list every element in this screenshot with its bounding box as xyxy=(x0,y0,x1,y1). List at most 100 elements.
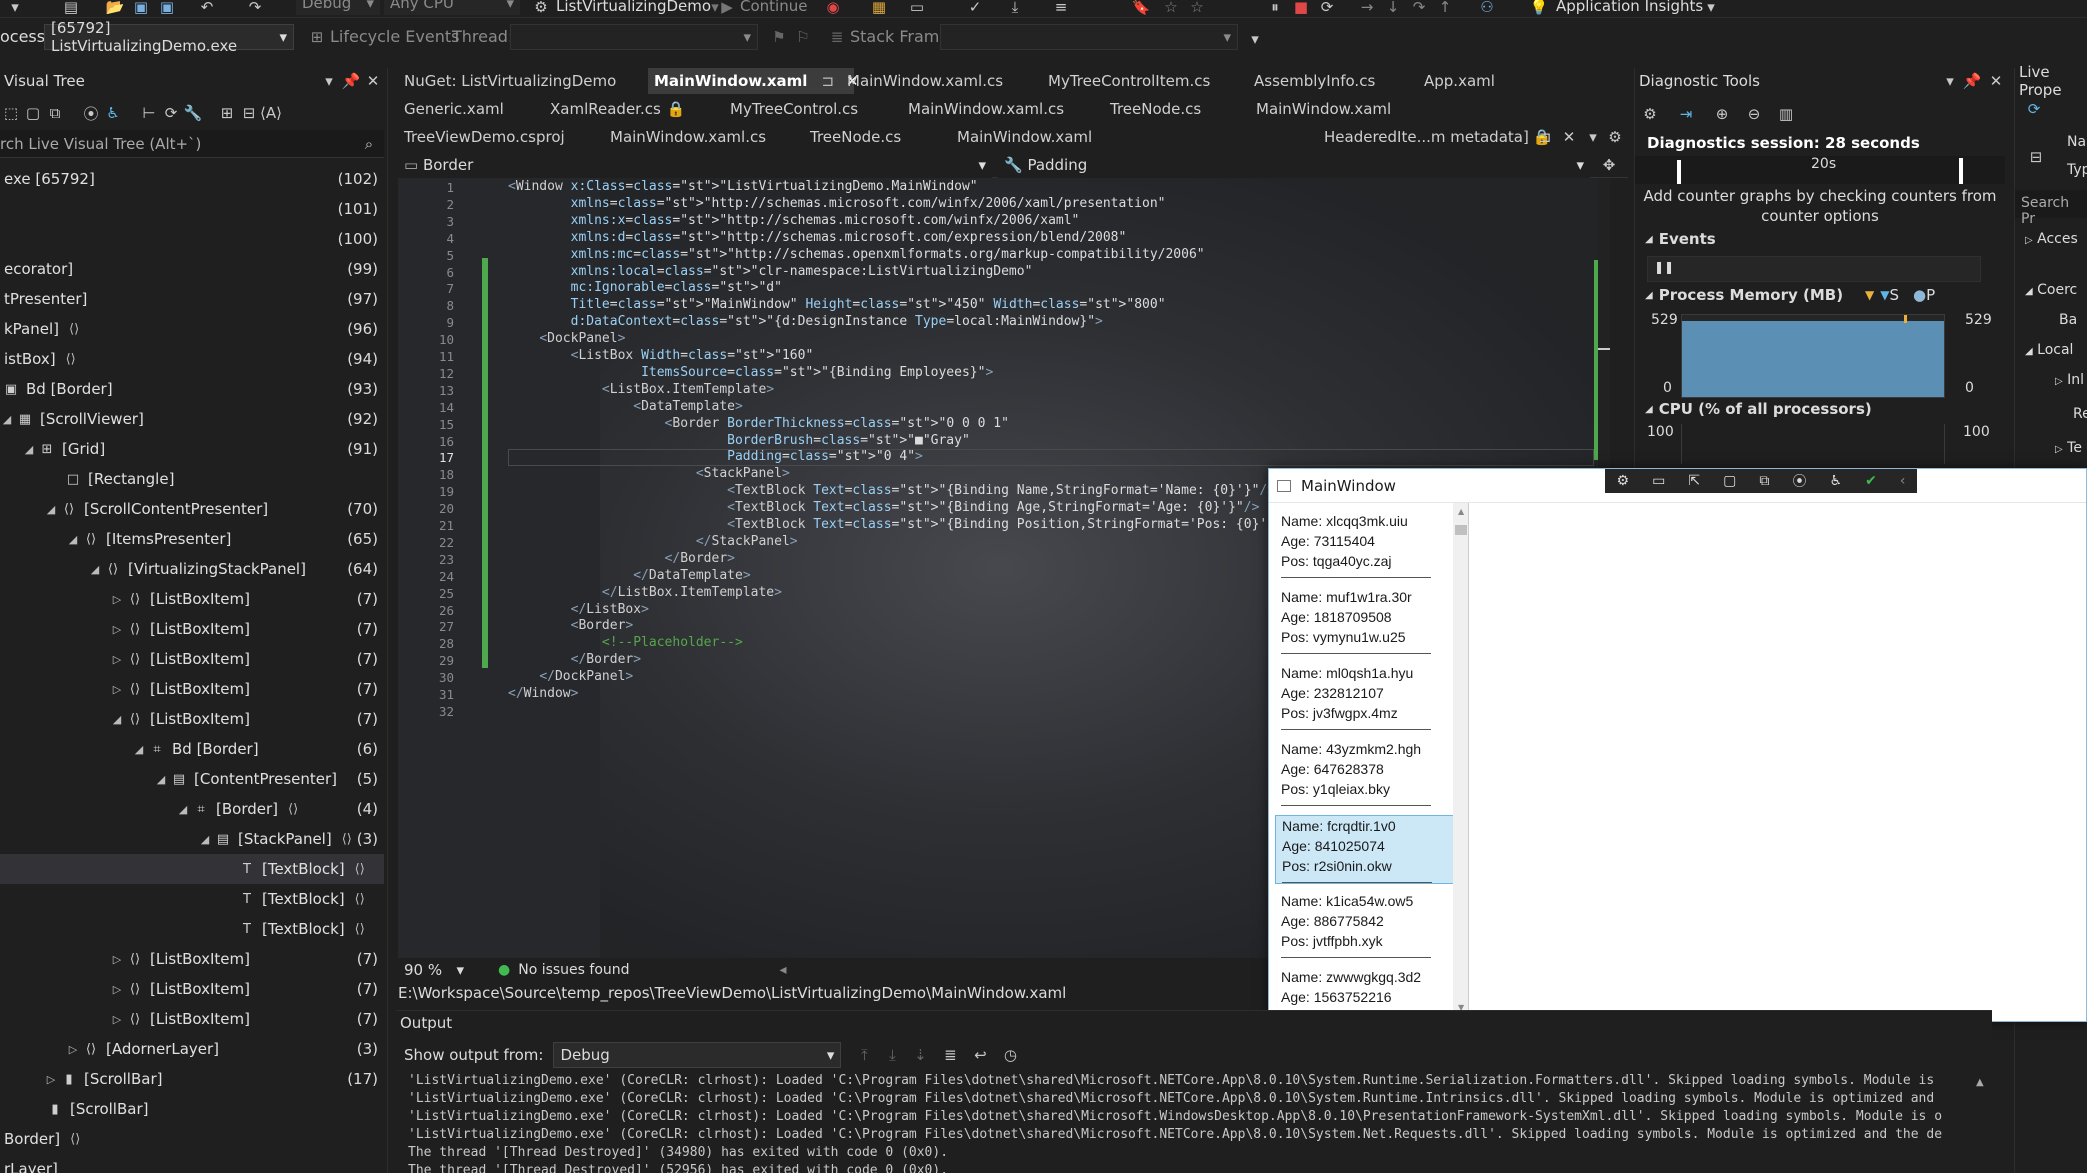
bookmark-next-icon[interactable]: ☆ xyxy=(1186,0,1208,18)
go-to-source-icon[interactable]: ⟨⟩ xyxy=(355,862,365,877)
expand-toggle-icon[interactable]: ◢ xyxy=(66,533,80,546)
go-to-source-icon[interactable]: ⟨⟩ xyxy=(69,322,79,337)
search-box[interactable]: rch Live Visual Tree (Alt+`) ⌕ xyxy=(0,130,384,158)
tree-node[interactable]: ◢ ⟨⟩ [ScrollContentPresenter] (70) xyxy=(0,494,384,524)
code-line[interactable]: xmlns:d=class="st">"http://schemas.micro… xyxy=(508,230,1127,245)
code-line[interactable]: xmlns:local=class="st">"clr-namespace:Li… xyxy=(508,264,1033,279)
tree-node[interactable]: rLayer] xyxy=(0,1154,384,1173)
collapse-icon[interactable]: ‹ xyxy=(1900,473,1906,489)
pin-icon[interactable]: 📌 xyxy=(340,70,362,92)
code-line[interactable]: <ListBox Width=class="st">"160" xyxy=(508,348,814,363)
filter-icon[interactable]: ⚐ xyxy=(792,26,814,48)
undo-icon[interactable]: ↶ xyxy=(196,0,218,18)
bookmark-prev-icon[interactable]: ☆ xyxy=(1160,0,1182,18)
code-line[interactable]: d:DataContext=class="st">"{d:DesignInsta… xyxy=(508,314,1103,329)
tree-node[interactable]: ▷ ⟨⟩ [ListBoxItem] (7) xyxy=(0,1004,384,1034)
group-te[interactable]: ▷ Te xyxy=(2055,440,2082,456)
step-into-icon[interactable]: ↓ xyxy=(1382,0,1404,18)
spellcheck-icon[interactable]: ✓ xyxy=(964,0,986,18)
close-icon[interactable]: ✕ xyxy=(362,70,384,92)
settings-icon[interactable]: 🔧 xyxy=(182,102,204,124)
tree-node[interactable]: ▷ ⟨⟩ [ListBoxItem] (7) xyxy=(0,644,384,674)
tab-assemblyinfo[interactable]: AssemblyInfo.cs xyxy=(1248,68,1381,94)
video-icon[interactable]: ▭ xyxy=(1652,473,1665,489)
refresh-icon[interactable]: ⟳ xyxy=(160,102,182,124)
tab-nuget[interactable]: NuGet: ListVirtualizingDemo xyxy=(398,68,622,94)
restart-icon[interactable]: ⟳ xyxy=(1316,0,1338,18)
tree-node[interactable]: ◢ ▦ [ScrollViewer] (92) xyxy=(0,404,384,434)
chevron-down-icon[interactable]: ▾ xyxy=(1244,28,1266,50)
tab-xamlreader[interactable]: XamlReader.cs 🔒 xyxy=(544,96,691,122)
display-adorners-icon[interactable]: ▢ xyxy=(1723,473,1736,489)
close-icon[interactable]: ✕ xyxy=(1985,70,2007,92)
tree-node[interactable]: ▷ ⟨⟩ [ListBoxItem] (7) xyxy=(0,974,384,1004)
tree-node[interactable]: ▷ ⟨⟩ [ListBoxItem] (7) xyxy=(0,674,384,704)
employee-list-item[interactable]: Name: fcrqdtir.1v0 Age: 841025074 Pos: r2s… xyxy=(1275,815,1455,884)
tree-node[interactable]: ◢ ⟨⟩ [ListBoxItem] (7) xyxy=(0,704,384,734)
expand-toggle-icon[interactable]: ◢ xyxy=(110,713,124,726)
tree-node[interactable]: ◢ ▤ [StackPanel] ⟨⟩ (3) xyxy=(0,824,384,854)
expand-toggle-icon[interactable]: ◢ xyxy=(0,413,14,426)
go-to-live-tree-icon[interactable]: ⚙ xyxy=(1617,473,1630,489)
tree-node[interactable]: ◢ ▤ [ContentPresenter] (5) xyxy=(0,764,384,794)
split-icon[interactable]: ✥ xyxy=(1598,154,1620,176)
list-scrollbar[interactable]: ▲ ▼ xyxy=(1453,503,1468,1021)
code-line[interactable]: <DataTemplate> xyxy=(508,399,743,414)
search-input[interactable]: rch Live Visual Tree (Alt+`) xyxy=(0,135,201,153)
chevron-left-icon[interactable]: ◂ xyxy=(780,962,787,978)
expand-toggle-icon[interactable]: ◢ xyxy=(132,743,146,756)
stop-icon[interactable]: ■ xyxy=(1290,0,1312,18)
timeline-ruler[interactable]: 20s xyxy=(1635,156,2005,184)
open-folder-icon[interactable]: 📂 xyxy=(104,0,126,18)
code-line[interactable]: </StackPanel> xyxy=(508,534,798,549)
save-all-icon[interactable]: ▣ xyxy=(156,0,178,18)
scale-icon[interactable]: ⊢ xyxy=(138,102,160,124)
group-inl[interactable]: ▷ Inl xyxy=(2055,372,2084,388)
tree-node[interactable]: T [TextBlock] ⟨⟩ xyxy=(0,884,384,914)
expand-toggle-icon[interactable]: ▷ xyxy=(110,983,124,996)
employee-list-item[interactable]: Name: muf1w1ra.30r Age: 1818709508 Pos: vy… xyxy=(1275,587,1455,654)
pause-icon[interactable]: ⏸ xyxy=(1264,0,1286,18)
go-to-source-icon[interactable]: ⟨⟩ xyxy=(66,352,76,367)
platform-select[interactable]: Any CPU ▾ xyxy=(384,0,520,15)
tab-treenode[interactable]: TreeNode.cs xyxy=(1104,96,1207,122)
group-coerced[interactable]: ◢ Coerc xyxy=(2025,282,2077,298)
output-scrollbar[interactable]: ▲ xyxy=(1972,1073,1990,1173)
zoom-select[interactable]: 90 % ▾ xyxy=(398,959,470,981)
search-icon[interactable]: ⌕ xyxy=(358,133,380,155)
tab-generic-xaml[interactable]: Generic.xaml xyxy=(398,96,510,122)
tab-mainwindow-xaml-3[interactable]: MainWindow.xaml xyxy=(951,124,1098,150)
tab-treenode-2[interactable]: TreeNode.cs xyxy=(804,124,907,150)
code-line[interactable]: </ListBox> xyxy=(508,602,649,617)
expand-toggle-icon[interactable]: ◢ xyxy=(176,803,190,816)
startup-project[interactable]: ListVirtualizingDemo xyxy=(556,0,711,15)
clear-all-icon[interactable]: ≣ xyxy=(939,1044,961,1066)
search-input[interactable]: Search Pr xyxy=(2015,190,2087,227)
tree-node[interactable]: Border] ⟨⟩ xyxy=(0,1124,384,1154)
expand-toggle-icon[interactable]: ◢ xyxy=(154,773,168,786)
track-focus-icon[interactable]: ⧉ xyxy=(44,102,66,124)
tab-mainwindow-xaml-cs-2[interactable]: MainWindow.xaml.cs xyxy=(902,96,1070,122)
code-line[interactable]: <DockPanel> xyxy=(508,331,625,346)
tree-node[interactable]: (100) xyxy=(0,224,384,254)
tab-mainwindow-xaml-cs[interactable]: MainWindow.xaml.cs xyxy=(841,68,1009,94)
expand-toggle-icon[interactable]: ◢ xyxy=(198,833,212,846)
bookmark-icon[interactable]: 🔖 xyxy=(1130,0,1152,18)
code-line[interactable]: ItemsSource=class="st">"{Binding Employe… xyxy=(508,365,993,380)
property-ba[interactable]: Ba xyxy=(2059,312,2077,328)
expand-toggle-icon[interactable]: ◢ xyxy=(44,503,58,516)
go-to-source-icon[interactable]: ⟨⟩ xyxy=(70,1132,80,1147)
code-line[interactable]: </ListBox.ItemTemplate> xyxy=(508,585,782,600)
code-line[interactable]: BorderBrush=class="st">"■"Gray" xyxy=(508,433,970,448)
code-line[interactable]: </Border> xyxy=(508,652,641,667)
step-icon[interactable]: ⤓ xyxy=(1004,0,1026,18)
chevron-down-icon[interactable]: ▾ xyxy=(1582,126,1604,148)
binding-icon[interactable]: ⦿ xyxy=(1792,471,1806,491)
redo-icon[interactable]: ↷ xyxy=(244,0,266,18)
tab-headereditem-metadata[interactable]: HeaderedIte...m metadata] 🔒 xyxy=(1318,124,1558,150)
tree-node[interactable]: ▣ Bd [Border] (93) xyxy=(0,374,384,404)
process-select[interactable]: [65792] ListVirtualizingDemo.exe ▾ xyxy=(44,19,294,55)
tree-node[interactable]: T [TextBlock] ⟨⟩ xyxy=(0,854,384,884)
toolbox-icon[interactable]: ▦ xyxy=(868,0,890,18)
accessibility-icon[interactable]: ♿ xyxy=(1829,473,1842,489)
